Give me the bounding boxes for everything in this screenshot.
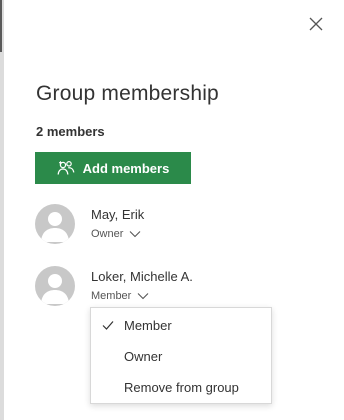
group-membership-panel: Group membership 2 members Add members M…	[0, 0, 344, 420]
person-icon	[41, 274, 69, 304]
backdrop-edge	[0, 0, 4, 420]
role-menu-item-label: Member	[124, 317, 172, 333]
role-menu-item-member[interactable]: Member	[91, 310, 271, 340]
role-menu: Member Owner Remove from group	[90, 307, 272, 404]
role-dropdown[interactable]: Owner	[91, 228, 141, 240]
close-icon	[309, 17, 323, 31]
avatar	[35, 266, 75, 306]
add-members-button[interactable]: Add members	[35, 152, 191, 184]
member-count: 2 members	[36, 124, 105, 139]
chevron-down-icon	[137, 292, 149, 300]
member-row: Loker, Michelle A. Member	[35, 266, 315, 310]
role-dropdown[interactable]: Member	[91, 290, 149, 302]
add-members-label: Add members	[82, 160, 170, 176]
person-icon	[41, 212, 69, 242]
checkmark-icon	[102, 321, 114, 330]
member-name: May, Erik	[91, 207, 145, 222]
member-row: May, Erik Owner	[35, 204, 315, 248]
member-name: Loker, Michelle A.	[91, 269, 193, 284]
role-menu-item-remove[interactable]: Remove from group	[91, 372, 271, 402]
add-people-icon	[57, 160, 75, 176]
role-value: Owner	[91, 228, 124, 240]
backdrop-accent	[0, 0, 2, 52]
role-value: Member	[91, 290, 132, 302]
chevron-down-icon	[129, 230, 141, 238]
role-menu-item-label: Remove from group	[124, 379, 239, 395]
panel-title: Group membership	[36, 82, 219, 105]
close-button[interactable]	[306, 14, 326, 34]
role-menu-item-label: Owner	[124, 348, 163, 364]
avatar	[35, 204, 75, 244]
role-menu-item-owner[interactable]: Owner	[91, 341, 271, 371]
